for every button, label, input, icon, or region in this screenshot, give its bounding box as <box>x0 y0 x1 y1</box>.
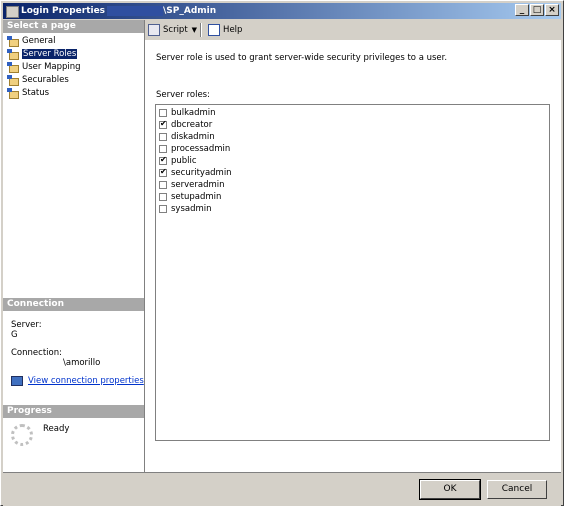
close-button[interactable]: × <box>545 4 559 16</box>
toolbar: Script ▼ Help <box>145 20 561 41</box>
redacted-login-name <box>107 6 163 16</box>
role-checkbox[interactable] <box>159 193 167 201</box>
help-button[interactable]: Help <box>208 24 242 36</box>
connection-section: Connection Server: G Connection: \amoril… <box>3 298 144 386</box>
role-item-serveradmin[interactable]: serveradmin <box>156 179 549 191</box>
page-item-label: Securables <box>22 74 69 85</box>
role-checkbox[interactable] <box>159 155 167 165</box>
connection-label: Connection: <box>11 348 62 358</box>
progress-header: Progress <box>3 405 144 418</box>
connection-properties-icon <box>11 376 23 386</box>
server-roles-list[interactable]: bulkadmin dbcreator diskadmin processadm… <box>155 104 550 441</box>
toolbar-separator <box>200 23 203 37</box>
role-checkbox[interactable] <box>159 205 167 213</box>
page-icon <box>7 49 19 61</box>
page-icon <box>7 87 19 99</box>
ok-button[interactable]: OK <box>419 479 481 500</box>
view-connection-properties-link[interactable]: View connection properties <box>28 376 144 386</box>
window-title-suffix: \SP_Admin <box>163 6 217 16</box>
page-list: General Server Roles User Mapping Secura… <box>3 33 144 99</box>
progress-status: Ready <box>43 424 70 434</box>
select-page-header: Select a page <box>3 20 144 33</box>
role-checkbox[interactable] <box>159 167 167 177</box>
window-title-prefix: Login Properties - <box>21 6 112 16</box>
role-label: diskadmin <box>171 132 215 142</box>
role-item-securityadmin[interactable]: securityadmin <box>156 167 549 179</box>
role-label: serveradmin <box>171 180 225 190</box>
role-item-processadmin[interactable]: processadmin <box>156 143 549 155</box>
left-pane: Select a page General Server Roles User … <box>3 20 145 472</box>
page-icon <box>7 36 19 48</box>
role-checkbox[interactable] <box>159 133 167 141</box>
server-value: G <box>11 330 18 340</box>
server-role-description: Server role is used to grant server-wide… <box>156 53 448 63</box>
role-label: processadmin <box>171 144 231 154</box>
page-item-general[interactable]: General <box>3 35 144 48</box>
login-properties-window: Login Properties - \SP_Admin _ □ × Selec… <box>0 0 564 506</box>
progress-section: Progress Ready <box>3 405 144 446</box>
connection-value: \amorillo <box>63 358 101 368</box>
help-icon <box>208 24 221 36</box>
server-label: Server: <box>11 320 42 330</box>
page-icon <box>7 61 19 73</box>
right-pane: Script ▼ Help Server role is used to gra… <box>145 20 561 472</box>
connection-header: Connection <box>3 298 144 311</box>
page-item-label: User Mapping <box>22 61 81 72</box>
app-icon <box>6 6 19 18</box>
view-connection-properties[interactable]: View connection properties <box>3 376 144 386</box>
page-item-label: General <box>22 36 56 47</box>
script-button[interactable]: Script ▼ <box>148 24 197 36</box>
role-item-dbcreator[interactable]: dbcreator <box>156 119 549 131</box>
chevron-down-icon: ▼ <box>191 26 198 34</box>
role-checkbox[interactable] <box>159 181 167 189</box>
page-item-label: Server Roles <box>20 48 79 61</box>
page-item-label: Status <box>22 87 50 98</box>
help-label: Help <box>223 25 243 35</box>
page-item-status[interactable]: Status <box>3 86 144 99</box>
page-item-server-roles[interactable]: Server Roles <box>3 48 144 61</box>
page-item-securables[interactable]: Securables <box>3 73 144 86</box>
minimize-button[interactable]: _ <box>515 4 529 16</box>
script-icon <box>148 24 160 36</box>
role-label: dbcreator <box>171 120 213 130</box>
role-item-bulkadmin[interactable]: bulkadmin <box>156 107 549 119</box>
role-label: public <box>171 156 197 166</box>
script-label: Script <box>163 25 188 35</box>
title-bar[interactable]: Login Properties - \SP_Admin _ □ × <box>3 3 561 19</box>
maximize-button[interactable]: □ <box>530 4 544 16</box>
role-item-diskadmin[interactable]: diskadmin <box>156 131 549 143</box>
server-roles-label: Server roles: <box>156 90 210 100</box>
role-label: setupadmin <box>171 192 222 202</box>
page-icon <box>7 74 19 86</box>
progress-spinner-icon <box>11 424 33 446</box>
button-bar: OK Cancel <box>3 472 561 506</box>
role-label: bulkadmin <box>171 108 216 118</box>
page-item-user-mapping[interactable]: User Mapping <box>3 61 144 74</box>
role-checkbox[interactable] <box>159 119 167 129</box>
role-item-sysadmin[interactable]: sysadmin <box>156 203 549 215</box>
role-item-setupadmin[interactable]: setupadmin <box>156 191 549 203</box>
role-checkbox[interactable] <box>159 145 167 153</box>
cancel-button[interactable]: Cancel <box>487 480 547 499</box>
role-checkbox[interactable] <box>159 109 167 117</box>
role-label: sysadmin <box>171 204 212 214</box>
role-item-public[interactable]: public <box>156 155 549 167</box>
role-label: securityadmin <box>171 168 232 178</box>
window-controls: _ □ × <box>514 4 559 16</box>
